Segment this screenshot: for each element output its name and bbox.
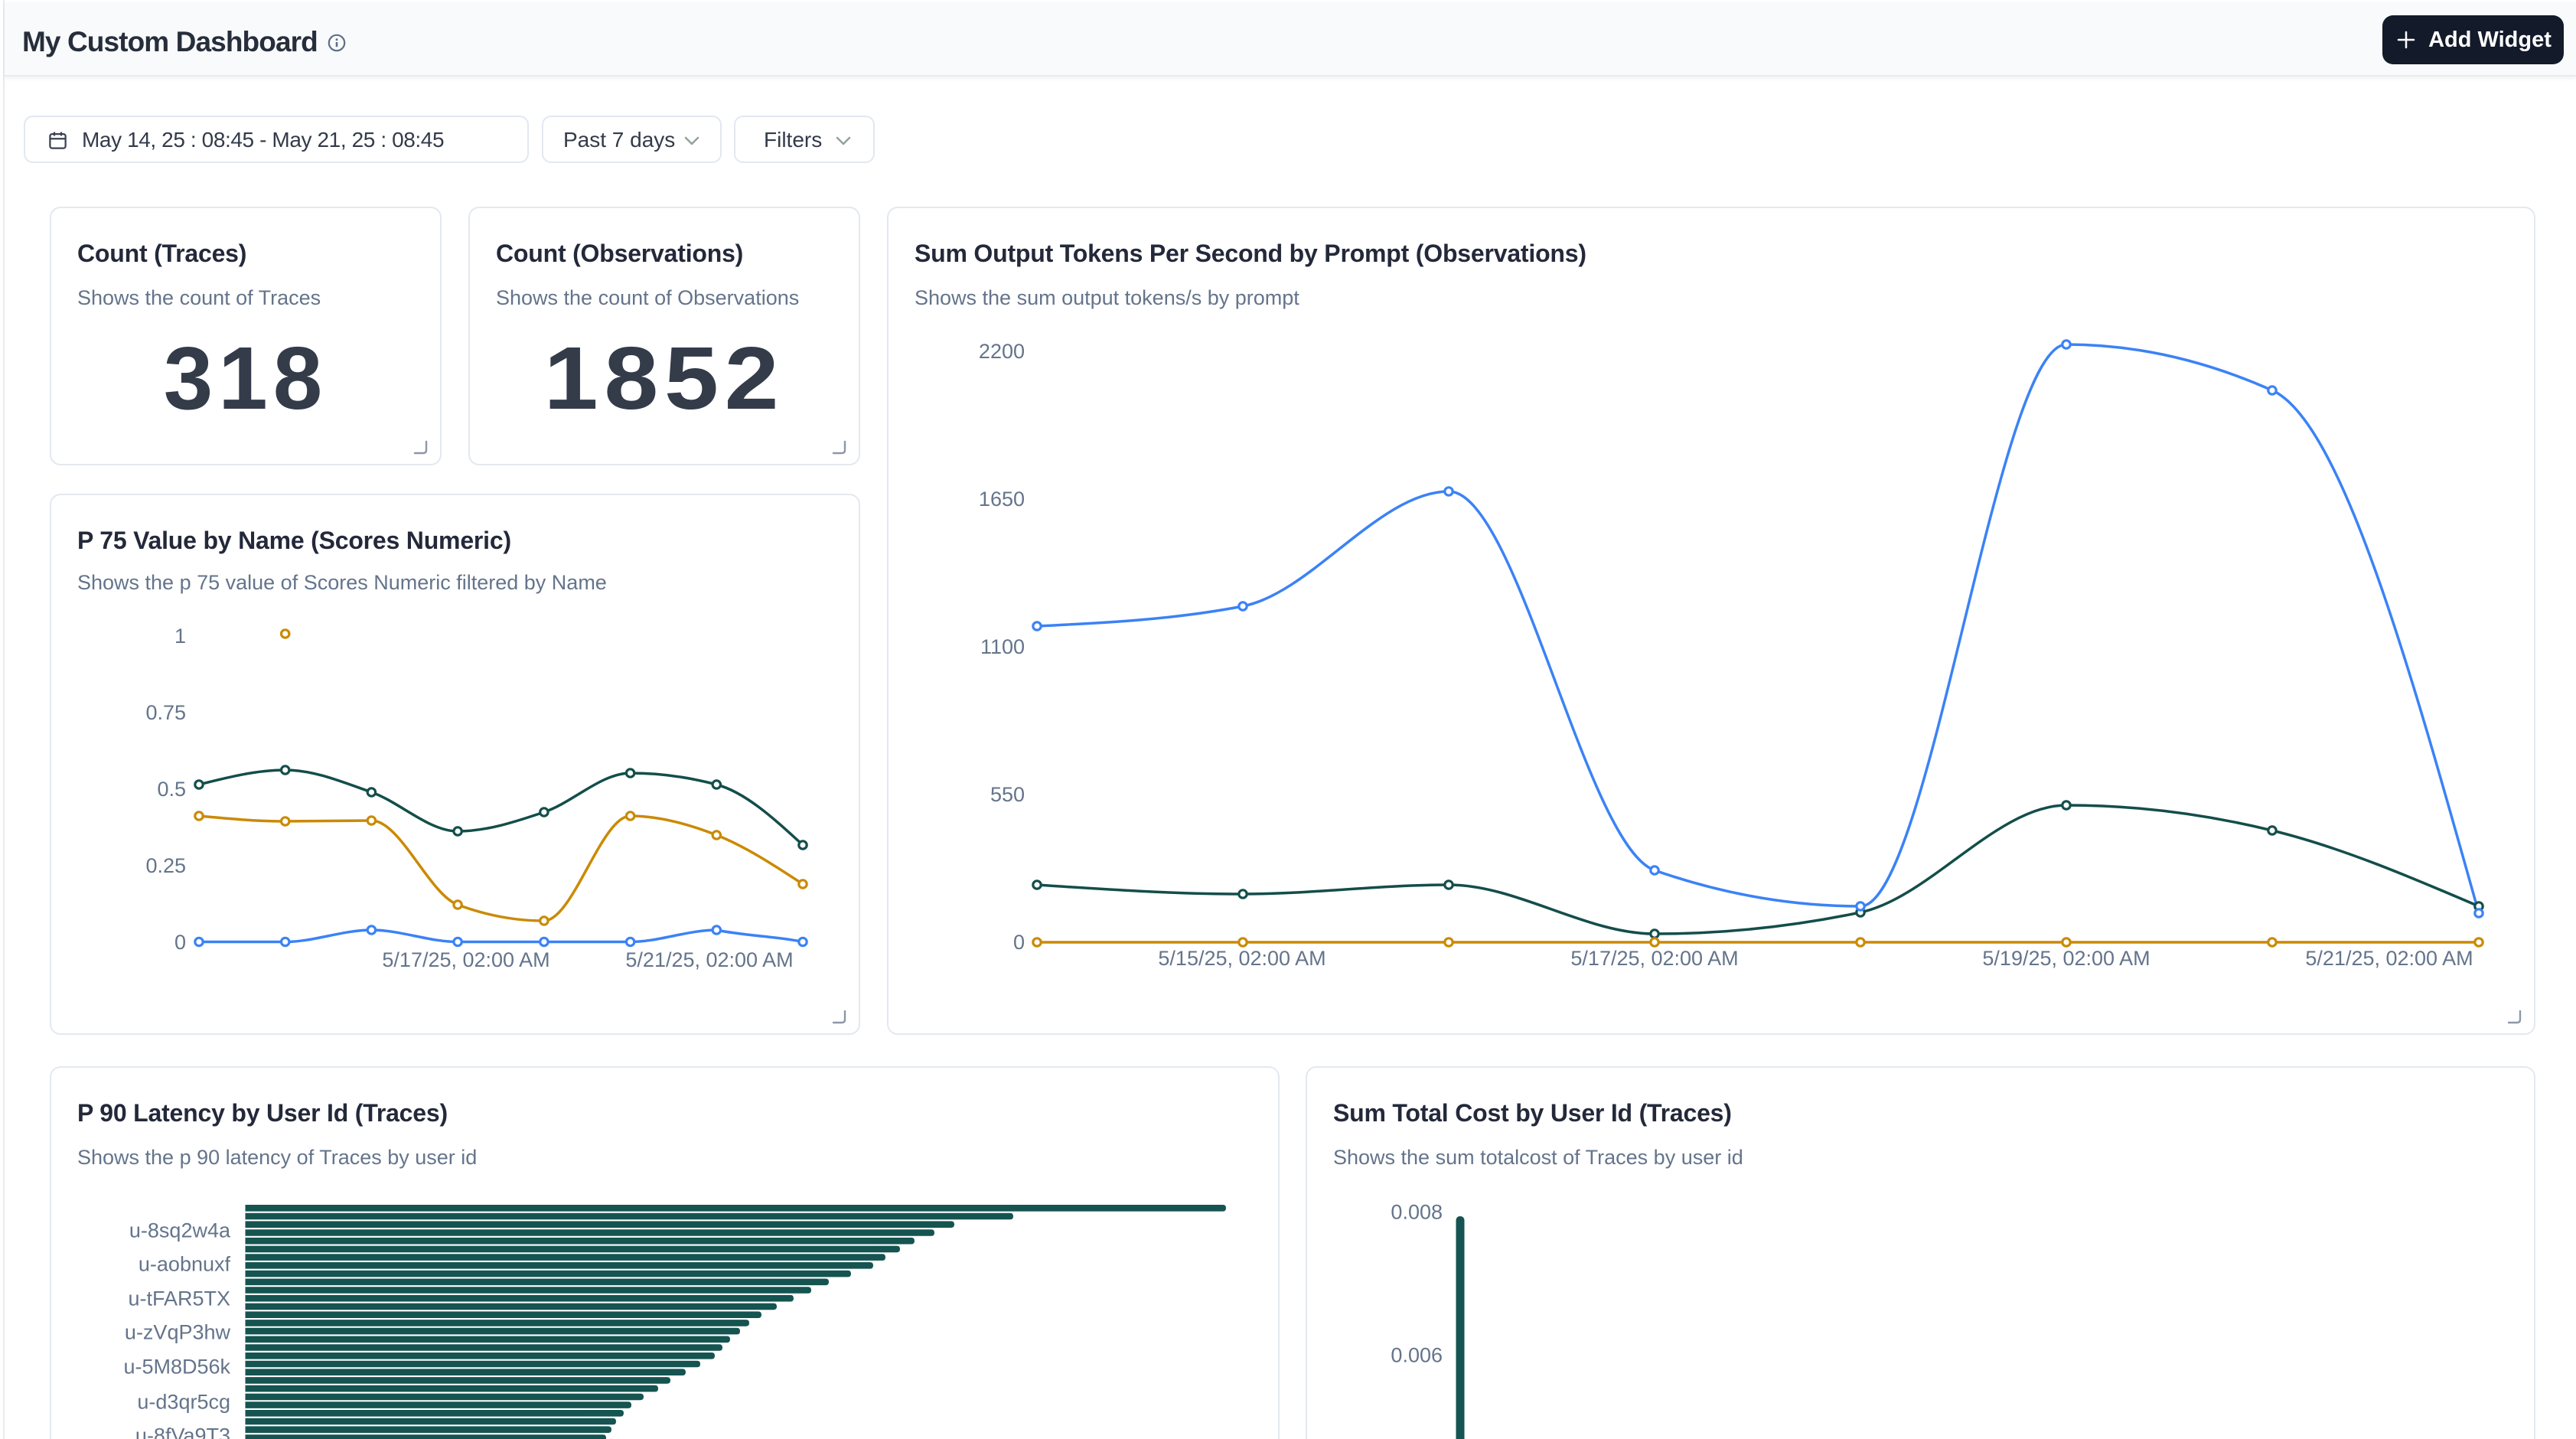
- svg-text:u-d3qr5cg: u-d3qr5cg: [137, 1391, 230, 1414]
- svg-text:u-tFAR5TX: u-tFAR5TX: [128, 1287, 230, 1310]
- svg-text:2200: 2200: [979, 340, 1025, 363]
- svg-text:5/17/25, 02:00 AM: 5/17/25, 02:00 AM: [382, 948, 549, 971]
- svg-text:u-8sq2w4a: u-8sq2w4a: [129, 1219, 231, 1242]
- svg-text:0.5: 0.5: [157, 778, 186, 801]
- svg-text:550: 550: [990, 783, 1025, 806]
- svg-text:1: 1: [174, 625, 186, 648]
- svg-text:0.25: 0.25: [145, 854, 186, 877]
- svg-text:5/19/25, 02:00 AM: 5/19/25, 02:00 AM: [1982, 947, 2150, 970]
- svg-text:0.006: 0.006: [1391, 1344, 1443, 1367]
- svg-text:0.75: 0.75: [145, 701, 186, 724]
- svg-text:u-5M8D56k: u-5M8D56k: [123, 1356, 230, 1379]
- svg-text:0.008: 0.008: [1391, 1201, 1443, 1224]
- svg-text:5/17/25, 02:00 AM: 5/17/25, 02:00 AM: [1570, 947, 1738, 970]
- svg-text:5/21/25, 02:00 AM: 5/21/25, 02:00 AM: [625, 948, 793, 971]
- svg-text:u-aobnuxf: u-aobnuxf: [139, 1253, 231, 1276]
- svg-text:1650: 1650: [979, 488, 1025, 511]
- svg-text:u-8fVa9T3: u-8fVa9T3: [135, 1424, 230, 1439]
- svg-text:u-zVqP3hw: u-zVqP3hw: [125, 1321, 231, 1344]
- svg-text:5/15/25, 02:00 AM: 5/15/25, 02:00 AM: [1158, 947, 1325, 970]
- svg-text:1100: 1100: [980, 635, 1025, 658]
- svg-text:0: 0: [1013, 931, 1025, 954]
- svg-text:0: 0: [174, 931, 186, 954]
- svg-text:5/21/25, 02:00 AM: 5/21/25, 02:00 AM: [2305, 947, 2473, 970]
